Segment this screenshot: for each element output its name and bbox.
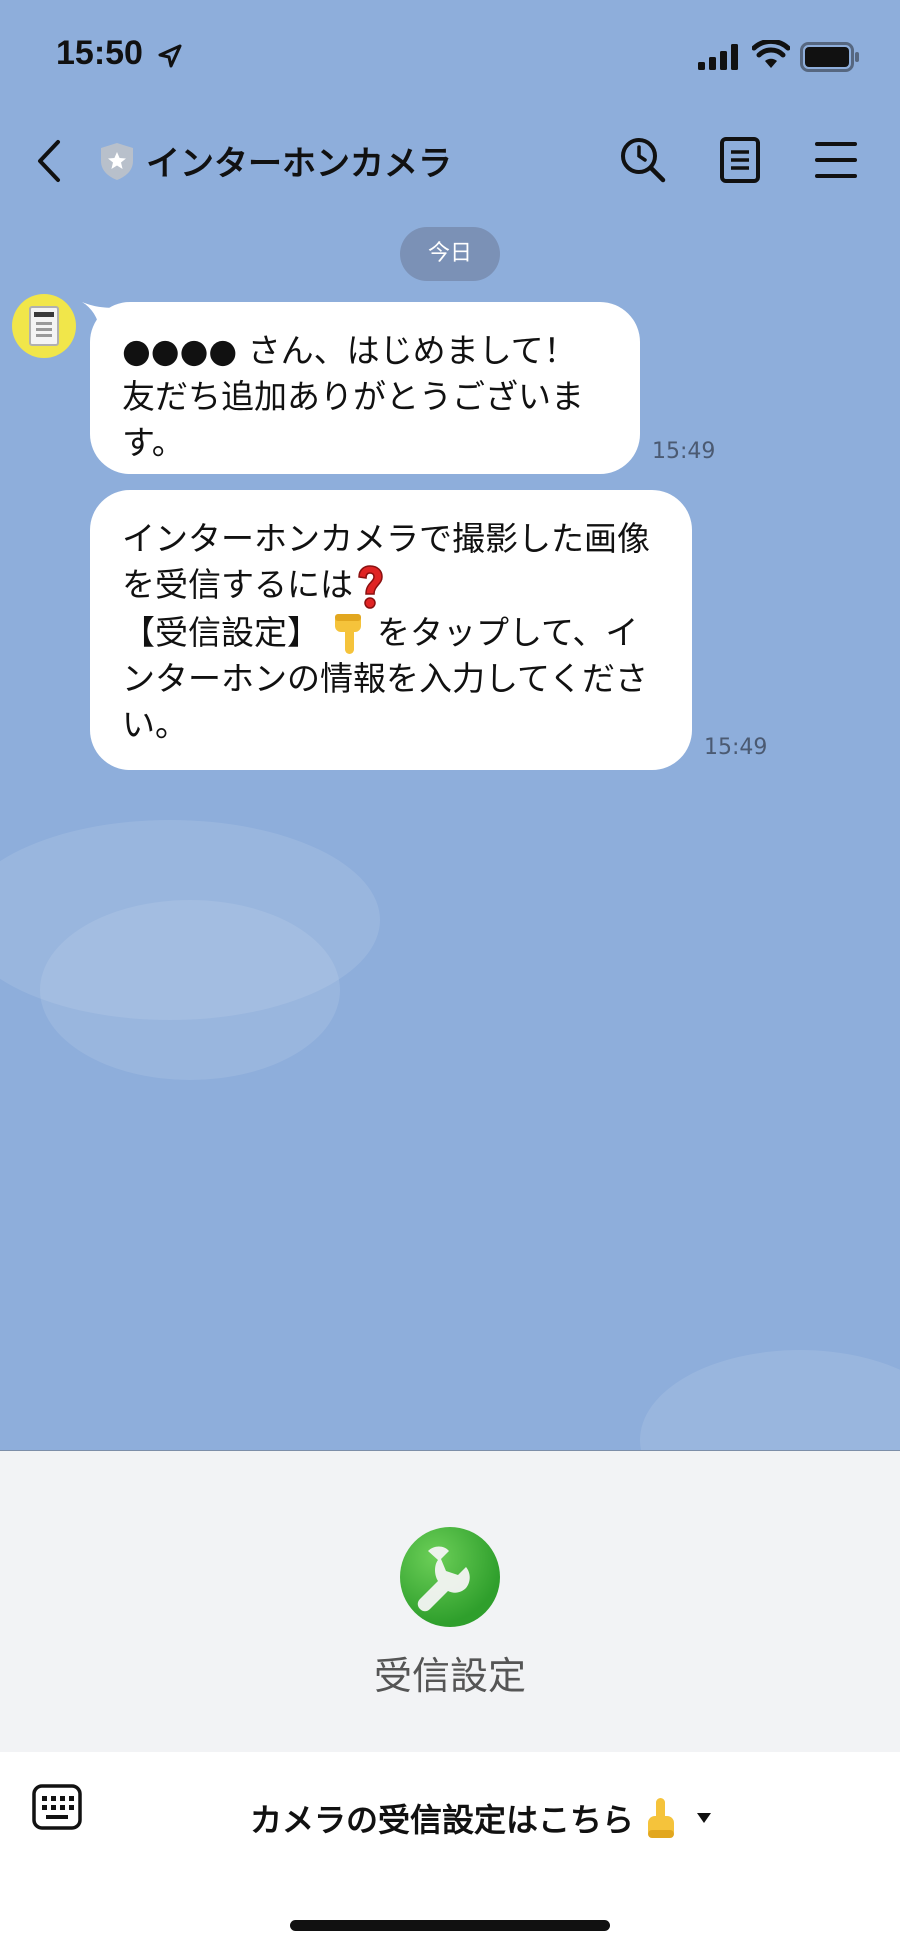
intercom-device-icon [29, 306, 59, 346]
bottom-bar: カメラの受信設定はこちら [0, 1752, 900, 1948]
pointing-down-hand-icon [334, 614, 361, 654]
message-timestamp: 15:49 [704, 735, 768, 760]
wifi-icon [752, 40, 790, 68]
cloud-decoration [640, 1350, 900, 1450]
status-bar: 15:50 [0, 0, 900, 110]
date-separator: 今日 [400, 227, 500, 281]
battery-icon [800, 42, 859, 72]
menu-icon[interactable] [815, 140, 857, 180]
status-time: 15:50 [56, 34, 143, 72]
signal-icon [698, 44, 738, 70]
search-icon[interactable] [619, 136, 667, 184]
cloud-decoration [40, 900, 340, 1080]
location-arrow-icon [158, 44, 182, 68]
rich-menu-toggle-label: カメラの受信設定はこちら [250, 1801, 635, 1839]
keyboard-icon[interactable] [32, 1784, 82, 1830]
avatar[interactable] [12, 294, 76, 358]
chat-title: インターホンカメラ [146, 144, 452, 184]
home-indicator[interactable] [290, 1920, 610, 1931]
receive-settings-label: 受信設定 [373, 1654, 526, 1698]
pointing-up-hand-icon [648, 1798, 675, 1838]
message-bubble: インターホンカメラで撮影した画像を受信するには 【受信設定】 をタップして、イン… [90, 490, 692, 770]
message-text: 【受信設定】 [122, 612, 320, 652]
chat-header: インターホンカメラ [0, 120, 900, 200]
receive-settings-button[interactable]: 受信設定 [340, 1527, 560, 1717]
caret-down-icon [697, 1813, 712, 1823]
message-text: ●●●● さん、はじめまして！ 友だち追加ありがとうございます。 [122, 331, 584, 462]
wrench-icon [400, 1527, 500, 1627]
notes-icon[interactable] [719, 136, 761, 184]
message-timestamp: 15:49 [652, 439, 716, 464]
rich-menu: 受信設定 [0, 1450, 900, 1752]
message-bubble: ●●●● さん、はじめまして！ 友だち追加ありがとうございます。 [90, 302, 640, 474]
rich-menu-toggle[interactable]: カメラの受信設定はこちら [250, 1788, 712, 1848]
question-mark-icon [358, 564, 383, 609]
chevron-left-icon[interactable] [34, 138, 64, 184]
shield-star-icon [101, 143, 133, 180]
